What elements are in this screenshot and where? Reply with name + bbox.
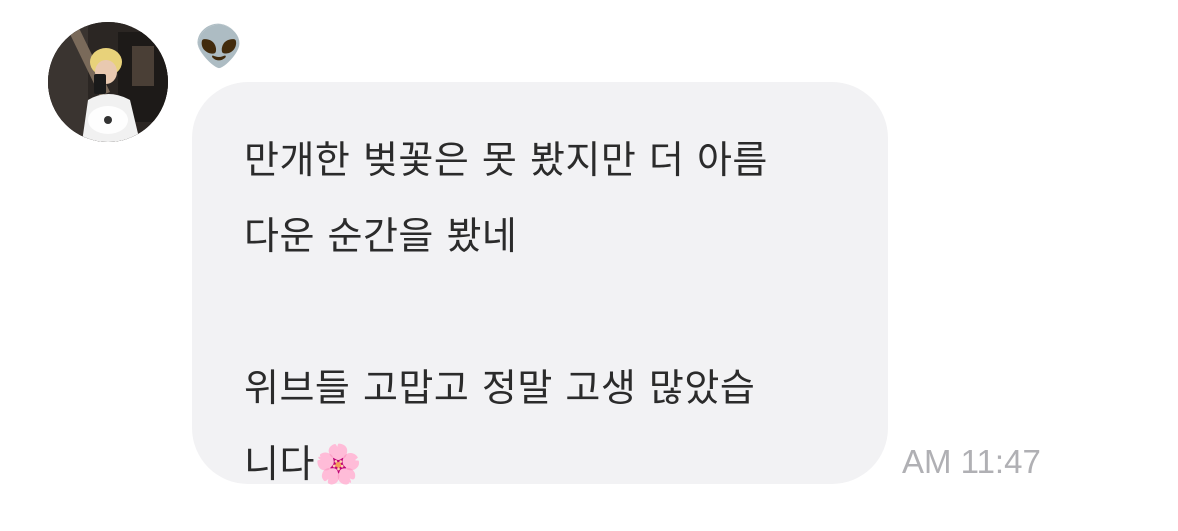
profile-photo-icon — [48, 22, 168, 142]
avatar[interactable] — [48, 22, 168, 142]
message-line: 만개한 벚꽃은 못 봤지만 더 아름 — [244, 138, 768, 182]
message-text: 만개한 벚꽃은 못 봤지만 더 아름다운 순간을 봤네 위브들 고맙고 정말 고… — [244, 122, 858, 502]
message-bubble[interactable]: 만개한 벚꽃은 못 봤지만 더 아름다운 순간을 봤네 위브들 고맙고 정말 고… — [192, 82, 888, 486]
message-timestamp: AM 11:47 — [902, 443, 1041, 480]
chat-message-row: 👽 만개한 벚꽃은 못 봤지만 더 아름다운 순간을 봤네 위브들 고맙고 정말… — [0, 0, 1178, 531]
message-line-blank — [244, 274, 858, 350]
message-line: 니다🌸 — [244, 442, 363, 486]
sender-emoji: 👽 — [194, 24, 244, 70]
message-line: 다운 순간을 봤네 — [244, 214, 518, 258]
message-line: 위브들 고맙고 정말 고생 많았습 — [244, 366, 756, 410]
